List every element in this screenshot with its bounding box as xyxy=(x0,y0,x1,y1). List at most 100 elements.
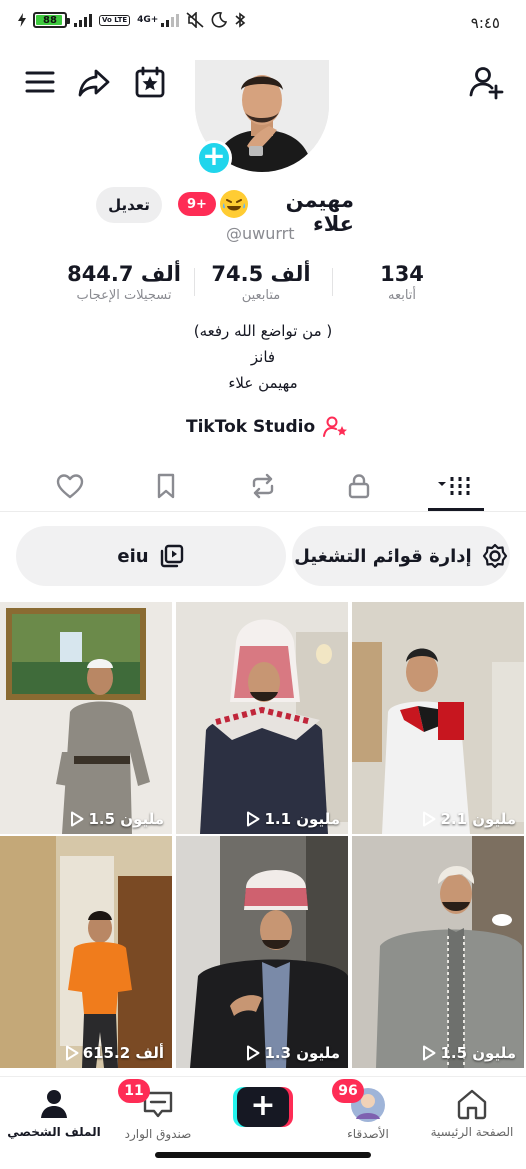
calendar-star-icon xyxy=(135,66,165,98)
add-story-button[interactable]: + xyxy=(196,140,232,176)
video-thumbnail[interactable]: 1.5 مليون xyxy=(0,602,172,834)
volte-icon: Vo LTE xyxy=(99,14,131,26)
charging-icon xyxy=(18,13,26,27)
plus-icon: + xyxy=(237,1087,289,1127)
manage-playlists-button[interactable]: إدارة قوائم التشغيل xyxy=(292,526,510,586)
add-user-icon xyxy=(469,67,504,100)
video-thumbnail-image xyxy=(176,836,348,1068)
view-count: 2.1 مليون xyxy=(422,810,516,828)
video-thumbnail-image xyxy=(352,836,524,1068)
video-thumbnail[interactable]: 615.2 ألف xyxy=(0,836,172,1068)
video-thumbnail[interactable]: 1.3 مليون xyxy=(176,836,348,1068)
play-icon xyxy=(65,1045,79,1061)
divider xyxy=(332,268,333,296)
play-icon xyxy=(71,811,84,827)
edit-profile-button[interactable]: تعديل xyxy=(96,187,162,223)
active-tab-indicator xyxy=(428,508,484,511)
view-count: 1.3 مليون xyxy=(246,1044,340,1062)
moon-icon xyxy=(211,12,228,28)
view-count-text: 1.3 مليون xyxy=(264,1044,340,1062)
play-icon xyxy=(423,811,436,827)
menu-button[interactable] xyxy=(22,64,58,100)
inbox-badge: 11 xyxy=(118,1079,150,1103)
signal-icon xyxy=(74,13,92,27)
tab-favorites[interactable] xyxy=(146,468,186,504)
view-count-text: 1.5 مليون xyxy=(88,810,164,828)
likes-count: 844.7 ألف xyxy=(67,262,181,286)
tiktok-studio-link[interactable]: TikTok Studio xyxy=(186,416,349,438)
collection-icon xyxy=(160,544,183,568)
repost-icon xyxy=(252,473,274,499)
username[interactable]: @uwurrt xyxy=(226,224,295,243)
view-count: 1.5 مليون xyxy=(422,1044,516,1062)
share-arrow-icon xyxy=(78,69,110,97)
home-indicator[interactable] xyxy=(155,1152,371,1158)
notification-badge[interactable]: 9+ xyxy=(178,192,216,216)
video-thumbnail-image xyxy=(0,602,172,834)
following-count: 134 xyxy=(380,262,424,286)
video-thumbnail-image xyxy=(352,602,524,834)
followers-count: 74.5 ألف xyxy=(211,262,311,286)
nav-profile[interactable]: الملف الشخصي xyxy=(2,1087,106,1139)
share-profile-button[interactable] xyxy=(76,64,112,100)
battery-level: 88 xyxy=(43,14,57,26)
profile-icon xyxy=(41,1090,67,1118)
nav-home[interactable]: الصفحة الرئيسية xyxy=(420,1087,524,1139)
bluetooth-icon xyxy=(235,12,246,28)
nav-inbox-label: صندوق الوارد xyxy=(124,1127,192,1141)
view-count: 1.1 مليون xyxy=(246,810,340,828)
bio-line: مهيمن علاء xyxy=(228,374,298,392)
likes-stat[interactable]: 844.7 ألف تسجيلات الإعجاب xyxy=(56,262,192,303)
status-icons: 88 Vo LTE 4G+ xyxy=(18,12,246,28)
tab-reposts[interactable] xyxy=(243,468,283,504)
likes-label: تسجيلات الإعجاب xyxy=(76,288,172,303)
bio-line: (من تواضع الله رفعه ) xyxy=(193,322,333,340)
heart-icon xyxy=(56,474,84,499)
playlists-label: إدارة قوائم التشغيل xyxy=(294,545,472,567)
battery-icon: 88 xyxy=(33,12,70,28)
view-count-text: 615.2 ألف xyxy=(82,1044,164,1062)
view-count-text: 1.1 مليون xyxy=(264,810,340,828)
bookmark-icon xyxy=(157,473,175,499)
play-icon xyxy=(247,811,260,827)
followers-label: متابعين xyxy=(241,288,281,303)
add-friend-button[interactable] xyxy=(468,64,504,100)
nav-friends-label: الأصدقاء xyxy=(347,1127,389,1141)
creator-star-icon xyxy=(323,416,348,437)
video-thumbnail[interactable]: 1.5 مليون xyxy=(352,836,524,1068)
calendar-button[interactable] xyxy=(132,64,168,100)
nav-inbox[interactable]: 11 صندوق الوارد xyxy=(106,1079,210,1141)
friends-badge: 96 xyxy=(332,1079,364,1103)
video-thumbnail-image xyxy=(0,836,172,1068)
clock: ٩:٤٥ xyxy=(470,14,500,32)
tab-liked[interactable] xyxy=(50,468,90,504)
videos-grid-icon xyxy=(438,477,470,495)
video-thumbnail[interactable]: 1.1 مليون xyxy=(176,602,348,834)
following-label: أتابعه xyxy=(387,288,417,303)
video-thumbnail[interactable]: 2.1 مليون xyxy=(352,602,524,834)
divider xyxy=(194,268,195,296)
following-stat[interactable]: 134 أتابعه xyxy=(360,262,444,303)
studio-label: TikTok Studio xyxy=(186,417,316,437)
collection-button[interactable]: eiu xyxy=(16,526,286,586)
status-bar: 88 Vo LTE 4G+ ٩:٤٥ xyxy=(0,0,526,48)
lock-icon xyxy=(348,474,370,499)
view-count: 615.2 ألف xyxy=(65,1044,164,1062)
tab-videos[interactable] xyxy=(430,468,482,504)
signal-2-icon xyxy=(161,13,180,27)
nav-home-label: الصفحة الرئيسية xyxy=(430,1125,514,1139)
network-type: 4G+ xyxy=(137,15,159,25)
gear-icon xyxy=(482,543,507,569)
followers-stat[interactable]: 74.5 ألف متابعين xyxy=(196,262,326,303)
view-count-text: 1.5 مليون xyxy=(440,1044,516,1062)
laughing-emoji-icon xyxy=(220,190,248,218)
nav-friends[interactable]: 96 الأصدقاء xyxy=(316,1079,420,1141)
mute-icon xyxy=(186,12,204,28)
profile-tabs xyxy=(0,462,526,512)
create-button[interactable]: + xyxy=(233,1087,293,1127)
tab-private[interactable] xyxy=(339,468,379,504)
bio-line: فانز xyxy=(250,348,276,366)
play-icon xyxy=(423,1045,436,1061)
nav-profile-label: الملف الشخصي xyxy=(7,1125,101,1139)
view-count-text: 2.1 مليون xyxy=(440,810,516,828)
